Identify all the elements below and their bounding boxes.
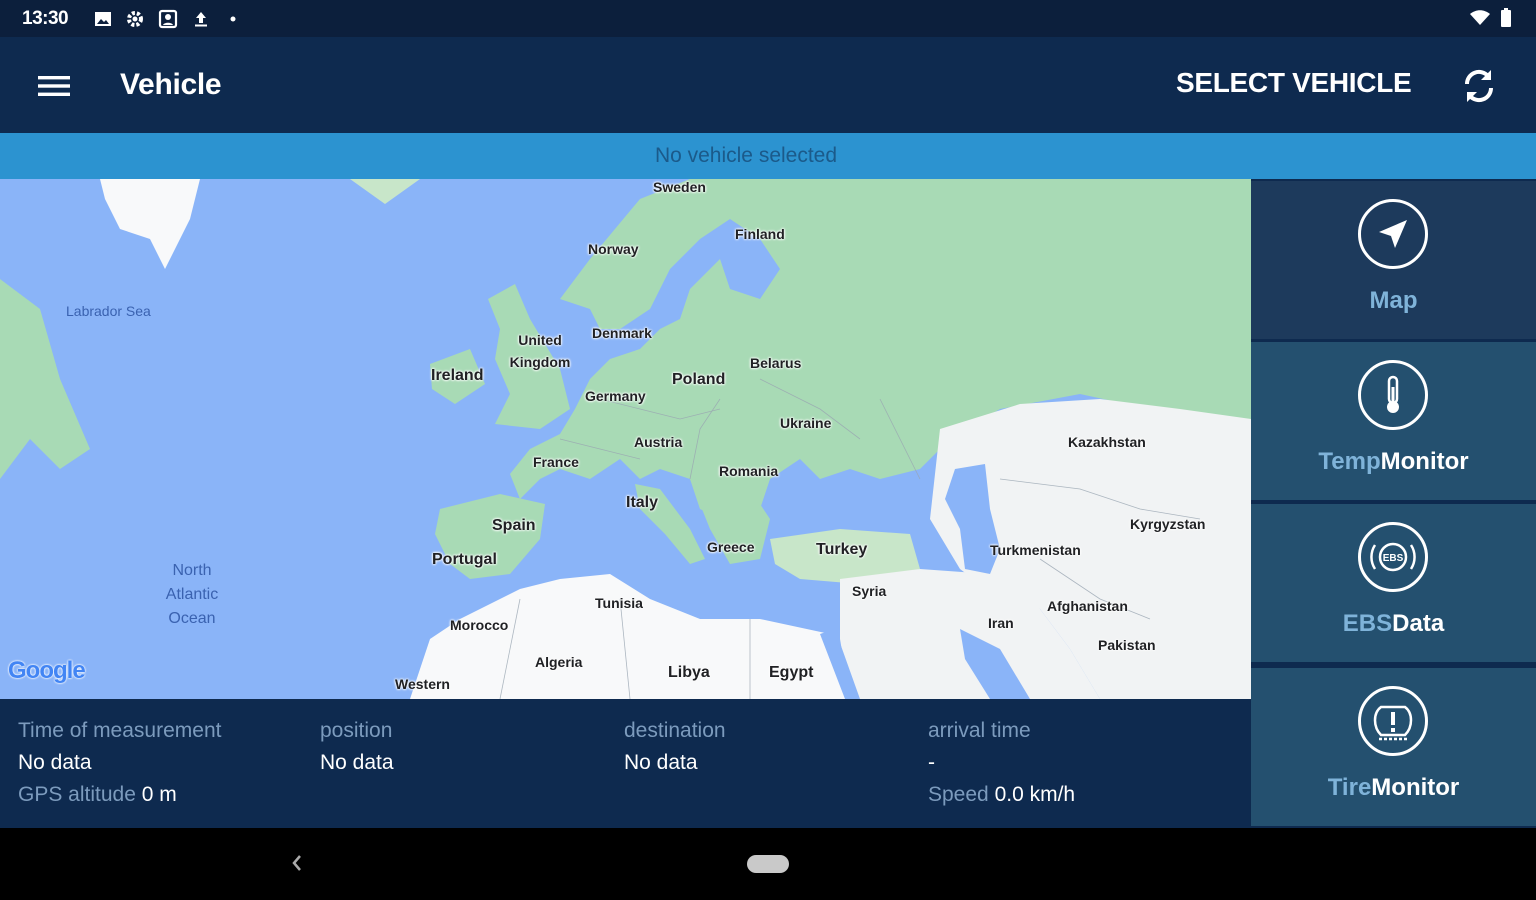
info-time-column: Time of measurement No data GPS altitude… [18, 719, 221, 815]
map-label: Belarus [750, 355, 802, 371]
map-label: Austria [634, 434, 683, 450]
map-label-water: North Atlantic Ocean [165, 562, 219, 627]
page-title: Vehicle [120, 68, 222, 101]
nav-label-text: Monitor [1380, 448, 1469, 475]
map-label: Turkmenistan [990, 542, 1081, 558]
gps-altitude: GPS altitude 0 m [18, 783, 221, 815]
map-label: Egypt [769, 664, 814, 681]
status-time: 13:30 [22, 8, 69, 29]
map-label: Portugal [432, 551, 497, 568]
system-navigation-bar [0, 828, 1536, 900]
vehicle-status-strip: No vehicle selected [0, 133, 1536, 179]
info-panel: Time of measurement No data GPS altitude… [0, 699, 1251, 828]
map-label: Turkey [816, 541, 868, 558]
dot-icon [222, 8, 244, 30]
google-logo-text: Google [8, 657, 86, 684]
ebs-icon-text: EBS [1383, 553, 1404, 564]
nav-item-label: Map [1251, 287, 1536, 315]
navigation-arrow-icon [1358, 199, 1428, 269]
nav-item-ebs-data[interactable]: EBS EBSData [1251, 504, 1536, 662]
info-value: - [928, 751, 935, 774]
info-value: No data [18, 751, 92, 774]
google-logo: Google [8, 657, 86, 685]
map-label: Afghanistan [1047, 598, 1128, 614]
nav-item-tire-monitor[interactable]: TireMonitor [1251, 668, 1536, 826]
battery-icon [1500, 8, 1512, 28]
home-button[interactable] [747, 855, 789, 873]
speed-value: 0.0 km/h [994, 783, 1076, 806]
map-label: Finland [735, 226, 785, 242]
status-bar: 13:30 [0, 0, 1536, 37]
info-destination-column: destination No data [624, 719, 726, 783]
map-label: Syria [852, 583, 887, 599]
map-label: Western [395, 676, 450, 692]
info-value: No data [624, 751, 698, 774]
menu-icon [38, 76, 70, 96]
vehicle-status-message: No vehicle selected [654, 144, 838, 167]
map-label: Libya [668, 664, 710, 681]
nav-label-text: Map [1369, 287, 1418, 314]
nav-item-label: TireMonitor [1251, 774, 1536, 802]
nav-label-prefix: Temp [1318, 448, 1381, 475]
upload-icon [190, 8, 212, 30]
map-label: Tunisia [595, 595, 643, 611]
map-label: Germany [585, 388, 646, 404]
info-label: Time of measurement [18, 719, 222, 742]
map-label: Pakistan [1098, 637, 1156, 653]
nav-item-map[interactable]: Map [1251, 181, 1536, 339]
info-label: destination [624, 719, 726, 742]
map-label: Denmark [592, 325, 652, 341]
nav-item-label: TempMonitor [1251, 448, 1536, 476]
map-label: Algeria [535, 654, 583, 670]
map-label: Ukraine [780, 415, 832, 431]
map-label: Italy [626, 494, 659, 511]
info-value: No data [320, 751, 394, 774]
map-label: Iran [988, 615, 1014, 631]
account-box-icon [157, 8, 179, 30]
map-label: Greece [707, 539, 755, 555]
info-label: position [320, 719, 393, 742]
app-bar: Vehicle SELECT VEHICLE [0, 37, 1536, 133]
map-label: Kazakhstan [1068, 434, 1146, 450]
menu-button[interactable] [30, 64, 78, 108]
map-label: Spain [492, 517, 536, 534]
nav-label-prefix: Tire [1327, 774, 1372, 801]
map-label: Romania [719, 463, 779, 479]
wifi-icon [1470, 8, 1490, 28]
nav-item-temp-monitor[interactable]: TempMonitor [1251, 342, 1536, 500]
thermometer-icon [1358, 360, 1428, 430]
gps-altitude-label: GPS altitude [18, 783, 136, 806]
nav-label-prefix: EBS [1342, 610, 1393, 637]
refresh-button[interactable] [1454, 61, 1504, 111]
map-label: Poland [672, 371, 726, 388]
select-vehicle-button[interactable]: SELECT VEHICLE [1176, 67, 1412, 105]
settings-icon [124, 8, 146, 30]
back-button[interactable] [280, 848, 312, 880]
ebs-brake-icon: EBS [1358, 522, 1428, 592]
nav-label-text: Monitor [1371, 774, 1460, 801]
map-view[interactable]: Sweden Finland Norway Labrador Sea Unite… [0, 179, 1251, 699]
map-label: Ireland [431, 367, 484, 384]
map-label: Kyrgyzstan [1130, 516, 1206, 532]
nav-item-label: EBSData [1251, 610, 1536, 638]
map-label-water: Labrador Sea [66, 303, 151, 319]
tire-pressure-icon [1358, 686, 1428, 756]
gps-altitude-value: 0 m [141, 783, 177, 806]
side-nav: Map TempMonitor EBS EBSData TireMonitor [1251, 179, 1536, 828]
map-label: France [533, 454, 579, 470]
refresh-icon [1464, 69, 1494, 103]
map-label: Morocco [450, 617, 509, 633]
map-label: Norway [588, 241, 639, 257]
info-arrival-column: arrival time - Speed 0.0 km/h [928, 719, 1075, 815]
image-icon [92, 8, 114, 30]
info-position-column: position No data [320, 719, 394, 783]
map-label: Sweden [653, 179, 706, 195]
info-label: arrival time [928, 719, 1031, 742]
chevron-left-icon [292, 855, 301, 871]
speed: Speed 0.0 km/h [928, 783, 1075, 815]
nav-label-text: Data [1392, 610, 1445, 637]
speed-label: Speed [928, 783, 989, 806]
map-label: United Kingdom [509, 332, 571, 370]
